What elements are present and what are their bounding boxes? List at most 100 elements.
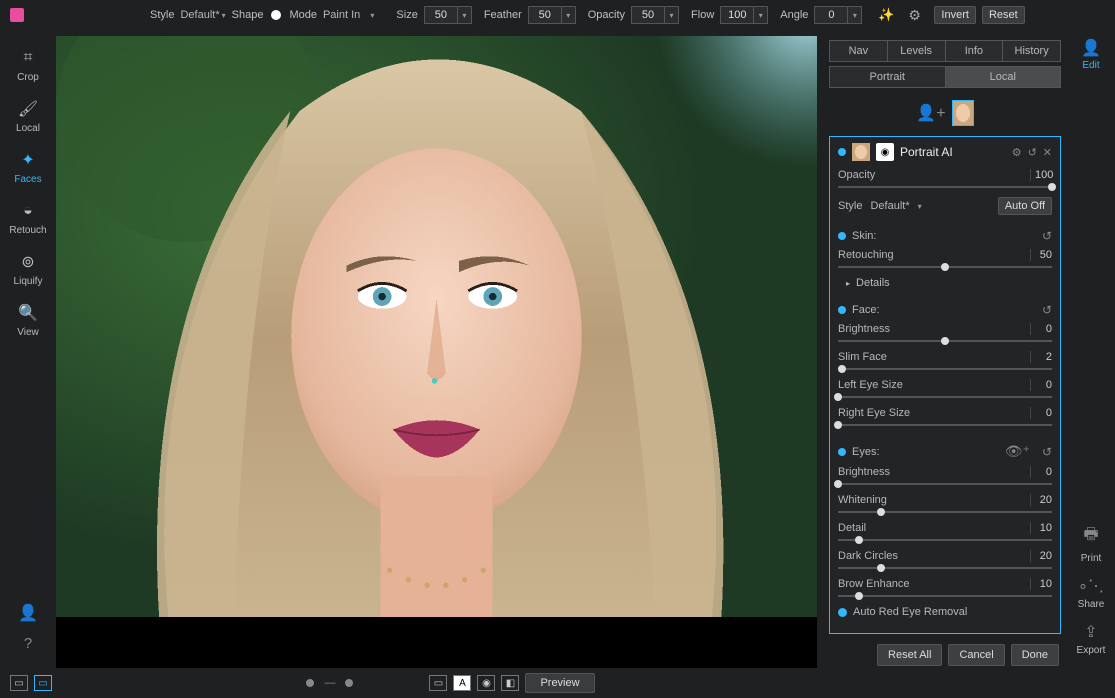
slider-slim-face[interactable]: Slim Face2 <box>838 351 1052 373</box>
tab-portrait[interactable]: Portrait <box>829 66 946 88</box>
shape-label: Shape <box>232 9 264 21</box>
preview-button[interactable]: Preview <box>525 673 594 693</box>
user-icon[interactable]: 👤 <box>18 603 38 623</box>
panel-title: Portrait AI <box>900 145 1006 159</box>
opacity-field[interactable]: 50▾ <box>631 6 679 24</box>
panel-style-dd[interactable]: Default* <box>870 200 909 212</box>
slider-retouching[interactable]: Retouching50 <box>838 249 1052 271</box>
crop-icon: ⌗ <box>18 48 38 68</box>
export-icon: ⇪ <box>1084 622 1097 642</box>
face-reset-icon[interactable]: ↺ <box>1042 303 1052 317</box>
slider-whitening[interactable]: Whitening20 <box>838 494 1052 516</box>
flow-field[interactable]: 100▾ <box>720 6 768 24</box>
print-button[interactable]: 🖶Print <box>1081 523 1102 564</box>
tab-local[interactable]: Local <box>946 66 1062 88</box>
dot-icon-2[interactable] <box>345 679 353 687</box>
mode-dropdown[interactable]: Paint In ▾ <box>323 9 374 21</box>
brush-icon: 🖌 <box>18 99 38 119</box>
tool-retouch[interactable]: ◒ Retouch <box>9 201 46 236</box>
tab-info[interactable]: Info <box>946 40 1004 62</box>
slider-detail[interactable]: Detail10 <box>838 522 1052 544</box>
slider-opacity[interactable]: Opacity100 <box>838 169 1052 191</box>
slider-left-eye[interactable]: Left Eye Size0 <box>838 379 1052 401</box>
slider-right-eye[interactable]: Right Eye Size0 <box>838 407 1052 429</box>
flow-label: Flow <box>691 9 714 21</box>
tab-nav[interactable]: Nav <box>829 40 888 62</box>
style-label: Style <box>150 9 174 21</box>
shape-dot-icon[interactable] <box>271 10 281 20</box>
liquify-icon: ⊚ <box>18 252 38 272</box>
top-toolbar: Style Default*▾ Shape Mode Paint In ▾ Si… <box>0 0 1115 30</box>
reset-button[interactable]: Reset <box>982 6 1025 24</box>
style-dropdown[interactable]: Default*▾ <box>180 9 225 21</box>
angle-label: Angle <box>780 9 808 21</box>
share-icon: ∘⋱ <box>1078 576 1104 596</box>
layout-icon-1[interactable]: ▭ <box>10 675 28 691</box>
split-view-icon[interactable]: ◧ <box>501 675 519 691</box>
mask-icon[interactable]: ◉ <box>876 143 894 161</box>
panel-close-icon[interactable]: ✕ <box>1043 146 1052 159</box>
cancel-button[interactable]: Cancel <box>948 644 1004 666</box>
mode-label: Mode <box>289 9 317 21</box>
done-button[interactable]: Done <box>1011 644 1059 666</box>
face-dot-icon[interactable] <box>838 306 846 314</box>
gear-icon[interactable]: ⚙ <box>908 7 924 23</box>
slider-brow-enhance[interactable]: Brow Enhance10 <box>838 578 1052 600</box>
size-field[interactable]: 50▾ <box>424 6 472 24</box>
eye-view-icon[interactable]: 👁⁺ <box>1005 443 1030 460</box>
eyes-dot-icon[interactable] <box>838 448 846 456</box>
left-tool-strip: ⌗ Crop 🖌 Local ✦ Faces ◒ Retouch ⊚ Liqui… <box>0 30 56 668</box>
invert-button[interactable]: Invert <box>934 6 976 24</box>
eyes-reset-icon[interactable]: ↺ <box>1042 445 1052 459</box>
skin-reset-icon[interactable]: ↺ <box>1042 229 1052 243</box>
right-panel: Nav Levels Info History Portrait Local 👤… <box>823 30 1067 668</box>
tab-history[interactable]: History <box>1003 40 1061 62</box>
mouth-view-icon[interactable]: 👄⁺ <box>1005 632 1030 634</box>
help-icon[interactable]: ? <box>24 635 32 652</box>
tool-crop[interactable]: ⌗ Crop <box>17 48 39 83</box>
enable-dot-icon[interactable] <box>838 148 846 156</box>
slider-face-brightness[interactable]: Brightness0 <box>838 323 1052 345</box>
panel-gear-icon[interactable]: ⚙ <box>1012 146 1022 159</box>
tool-local[interactable]: 🖌 Local <box>16 99 40 134</box>
magnifier-icon: 🔍 <box>18 303 38 323</box>
tool-view[interactable]: 🔍 View <box>17 303 39 338</box>
slider-eye-brightness[interactable]: Brightness0 <box>838 466 1052 488</box>
face-section-label: Face: <box>852 304 880 316</box>
angle-field[interactable]: 0▾ <box>814 6 862 24</box>
share-button[interactable]: ∘⋱Share <box>1078 576 1105 610</box>
chevron-down-icon[interactable]: ▾ <box>918 202 922 211</box>
tool-faces[interactable]: ✦ Faces <box>14 150 41 185</box>
retouch-icon: ◒ <box>18 201 38 221</box>
skin-dot-icon[interactable] <box>838 232 846 240</box>
adjustments-panel: ◉ Portrait AI ⚙ ↺ ✕ Opacity100 Style <box>829 136 1061 634</box>
edit-mode-button[interactable]: 👤 Edit <box>1081 38 1101 71</box>
auto-off-button[interactable]: Auto Off <box>998 197 1052 215</box>
auto-red-eye-checkbox[interactable]: Auto Red Eye Removal <box>838 606 1052 618</box>
eyes-section-label: Eyes: <box>852 446 880 458</box>
print-icon: 🖶 <box>1083 523 1098 550</box>
panel-face-thumb <box>852 143 870 161</box>
tab-levels[interactable]: Levels <box>888 40 946 62</box>
tool-liquify[interactable]: ⊚ Liquify <box>14 252 43 287</box>
magic-wand-icon[interactable]: ✨ <box>878 7 894 23</box>
mouth-reset-icon[interactable]: ↺ <box>1042 634 1052 635</box>
feather-label: Feather <box>484 9 522 21</box>
slider-dark-circles[interactable]: Dark Circles20 <box>838 550 1052 572</box>
panel-undo-icon[interactable]: ↺ <box>1028 146 1037 159</box>
add-person-icon[interactable]: 👤+ <box>916 103 945 123</box>
image-canvas[interactable] <box>56 36 817 668</box>
text-a-icon[interactable]: A <box>453 675 471 691</box>
single-view-icon[interactable]: ▭ <box>429 675 447 691</box>
radio-on-icon <box>838 608 847 617</box>
skin-details-toggle[interactable]: ▸Details <box>846 277 1052 289</box>
feather-field[interactable]: 50▾ <box>528 6 576 24</box>
dot-icon-1[interactable] <box>306 679 314 687</box>
reset-all-button[interactable]: Reset All <box>877 644 942 666</box>
right-far-strip: 👤 Edit 🖶Print ∘⋱Share ⇪Export <box>1067 30 1115 668</box>
circle-view-icon[interactable]: ◉ <box>477 675 495 691</box>
layout-icon-2[interactable]: ▭ <box>34 675 52 691</box>
face-thumb[interactable] <box>952 100 974 126</box>
bottom-bar: ▭ ▭ — ▭ A ◉ ◧ Preview <box>0 668 1115 698</box>
export-button[interactable]: ⇪Export <box>1077 622 1106 656</box>
